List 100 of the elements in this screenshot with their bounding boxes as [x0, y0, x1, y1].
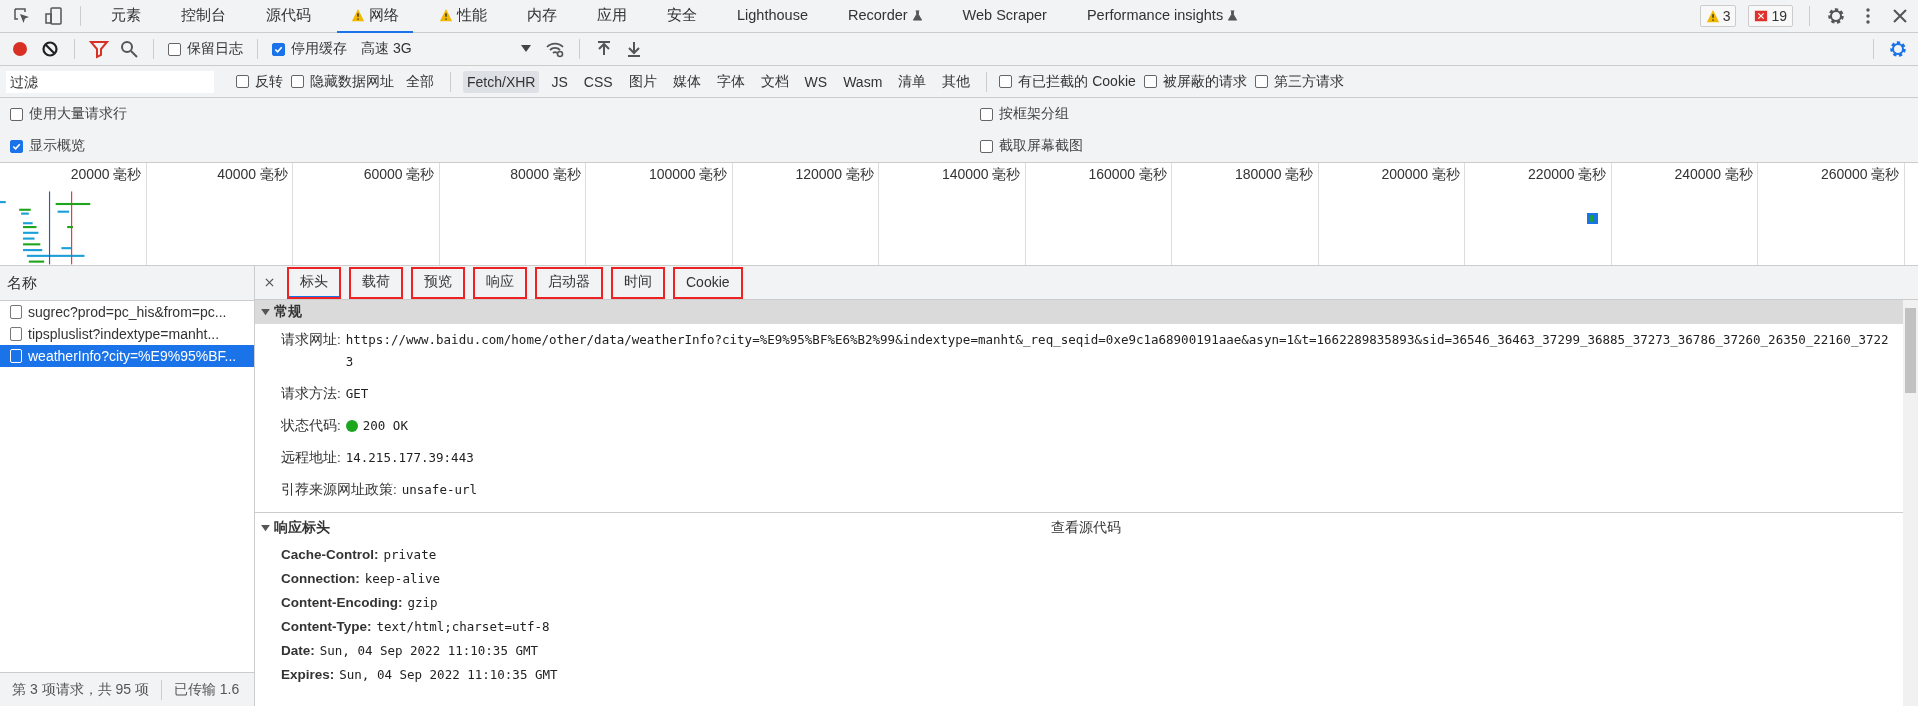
time-tick-label: 140000 毫秒 — [941, 166, 1021, 182]
type-filter-button[interactable]: 清单 — [894, 69, 931, 94]
setting-checkbox[interactable]: 截取屏幕截图 — [980, 137, 1918, 155]
header-value: Sun, 04 Sep 2022 11:10:35 GMT — [319, 642, 538, 660]
triangle-icon — [261, 308, 270, 316]
detail-tab[interactable]: 载荷 — [350, 267, 402, 298]
panel-tab[interactable]: Performance insights — [1072, 0, 1253, 33]
header-value: Sun, 04 Sep 2022 11:10:35 GMT — [339, 666, 558, 684]
detail-tab[interactable]: 预览 — [412, 267, 464, 298]
panel-tab[interactable]: 元素 — [97, 0, 155, 33]
disable-cache-checkbox[interactable]: 停用缓存 — [272, 40, 347, 58]
type-filter-button[interactable]: 图片 — [624, 69, 661, 94]
setting-checkbox[interactable]: 按框架分组 — [980, 105, 1918, 123]
name-column-header[interactable]: 名称 — [0, 266, 254, 301]
type-filter-button[interactable]: JS — [547, 70, 572, 93]
time-tick-label: 200000 毫秒 — [1381, 166, 1460, 182]
scrollbar-thumb[interactable] — [1905, 308, 1916, 393]
setting-checkbox[interactable]: 显示概览 — [10, 137, 980, 155]
header-name: Connection: — [281, 570, 360, 588]
settings-icon[interactable] — [1888, 39, 1908, 59]
filter-icon[interactable] — [89, 39, 109, 59]
triangle-icon — [261, 524, 270, 532]
type-filter-button[interactable]: WS — [800, 70, 832, 93]
view-source-link[interactable]: 查看源代码 — [1051, 519, 1903, 537]
header-value: 14.215.177.39:443 — [345, 449, 474, 467]
time-tick-label: 60000 毫秒 — [363, 166, 435, 182]
time-tick-label: 240000 毫秒 — [1674, 166, 1753, 182]
time-tick-label: 180000 毫秒 — [1234, 166, 1314, 182]
panel-tab[interactable]: Web Scraper — [948, 0, 1061, 33]
panel-tab[interactable]: Lighthouse — [723, 0, 822, 33]
error-icon — [1754, 9, 1769, 23]
header-name: Expires: — [281, 666, 335, 684]
time-tick-label: 80000 毫秒 — [510, 166, 581, 182]
type-filter-button[interactable]: 全部 — [402, 69, 438, 94]
header-name: 引荐来源网址政策: — [281, 481, 397, 499]
panel-tab[interactable]: 网络 — [337, 0, 413, 33]
document-icon — [10, 349, 22, 363]
detail-tab[interactable]: 标头 — [288, 267, 340, 298]
filter-checkbox[interactable]: 第三方请求 — [1254, 72, 1344, 91]
time-tick-label: 220000 毫秒 — [1527, 166, 1607, 182]
header-value: private — [383, 546, 437, 564]
type-filter-button[interactable]: 字体 — [712, 69, 749, 94]
status-text: 第 3 项请求，共 95 项 — [12, 680, 149, 699]
header-name: 远程地址: — [281, 449, 341, 467]
settings-icon[interactable] — [1826, 6, 1846, 26]
type-filter-button[interactable]: 文档 — [756, 69, 793, 94]
warning-icon — [351, 8, 365, 22]
header-name: 状态代码: — [281, 417, 341, 435]
throttling-dropdown[interactable]: 高速 3G — [357, 40, 535, 58]
filter-checkbox[interactable]: 隐藏数据网址 — [291, 72, 394, 91]
time-tick-label: 100000 毫秒 — [648, 166, 728, 182]
filter-checkbox[interactable]: 被屏蔽的请求 — [1143, 72, 1247, 91]
flask-icon — [1227, 9, 1239, 21]
header-value: GET — [345, 385, 369, 403]
header-value: keep-alive — [364, 570, 440, 588]
status-text: 已传输 1.6 — [173, 680, 240, 699]
panel-tab[interactable]: 内存 — [513, 0, 571, 33]
type-filter-button[interactable]: 媒体 — [668, 69, 705, 94]
request-row[interactable]: sugrec?prod=pc_his&from=pc... — [0, 301, 254, 323]
header-value: https://www.baidu.com/home/other/data/weatherInfo?city=%E9%95%BF%E6%B2%99&indextype=manht&_req_seqid=0xe9c1a68900191aae&asyn=1&t=1662289835893&sid=36546_36463_37299_36885_37273_36786_37260_26350_22160_37223 — [345, 331, 1890, 371]
time-tick-label: 20000 毫秒 — [70, 166, 142, 182]
request-row[interactable]: weatherInfo?city=%E9%95%BF... — [0, 345, 254, 367]
header-value: unsafe-url — [401, 481, 478, 499]
detail-tab[interactable]: 启动器 — [536, 267, 602, 298]
detail-tab[interactable]: 响应 — [474, 267, 526, 298]
setting-checkbox[interactable]: 使用大量请求行 — [10, 105, 980, 123]
type-filter-button[interactable]: CSS — [579, 70, 617, 93]
warning-icon — [1705, 9, 1720, 23]
panel-tab[interactable]: 性能 — [425, 0, 501, 33]
filter-field[interactable]: 过滤 — [6, 70, 214, 93]
section-header[interactable]: 响应标头 — [261, 519, 330, 537]
section-header[interactable]: 常规 — [255, 300, 1903, 324]
preserve-log-checkbox[interactable]: 保留日志 — [168, 40, 243, 58]
panel-tab[interactable]: 源代码 — [252, 0, 325, 33]
request-row[interactable]: tipspluslist?indextype=manht... — [0, 323, 254, 345]
filter-checkbox[interactable]: 有已拦截的 Cookie — [999, 72, 1136, 91]
type-filter-button[interactable]: 其他 — [938, 69, 975, 94]
detail-tab[interactable]: 时间 — [612, 267, 664, 298]
request-marker-icon — [1587, 213, 1598, 224]
search-icon[interactable] — [119, 39, 139, 59]
device-icon[interactable] — [44, 6, 64, 26]
detail-tab[interactable]: Cookie — [674, 267, 742, 298]
type-filter-button[interactable]: Fetch/XHR — [463, 70, 540, 93]
clear-icon[interactable] — [40, 39, 60, 59]
error-count[interactable]: 19 — [1748, 5, 1793, 27]
filter-checkbox[interactable]: 反转 — [236, 72, 283, 91]
type-filter-button[interactable]: Wasm — [839, 70, 887, 93]
warning-count[interactable]: 3 — [1699, 5, 1737, 27]
close-icon[interactable] — [265, 278, 274, 287]
panel-tab[interactable]: 安全 — [653, 0, 711, 33]
panel-tab[interactable]: Recorder — [833, 0, 937, 33]
flask-icon — [911, 9, 923, 21]
header-name: 请求网址: — [281, 331, 341, 349]
panel-tab[interactable]: 应用 — [583, 0, 641, 33]
record-icon[interactable] — [10, 39, 30, 59]
panel-tab[interactable]: 控制台 — [167, 0, 240, 33]
time-tick-label: 120000 毫秒 — [795, 166, 874, 182]
header-name: Date: — [281, 642, 315, 660]
warning-icon — [439, 8, 453, 22]
time-tick-label: 160000 毫秒 — [1088, 166, 1167, 182]
